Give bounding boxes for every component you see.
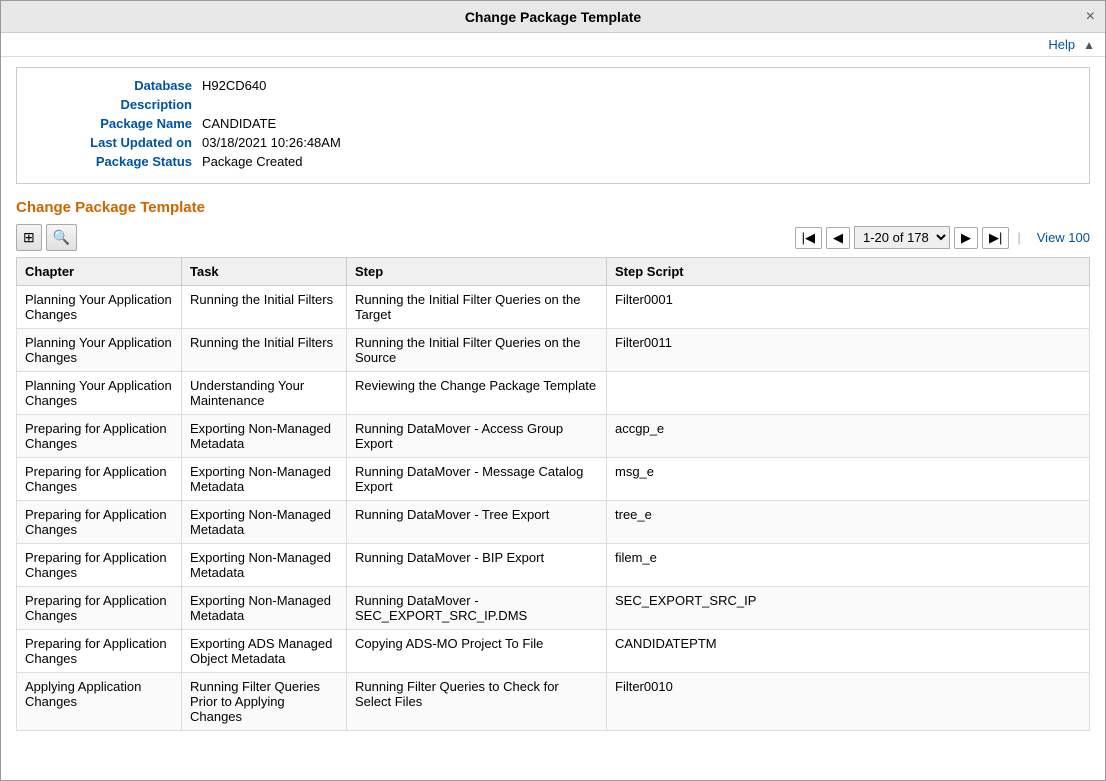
cell-chapter: Planning Your Application Changes — [17, 372, 182, 415]
info-row: Last Updated on 03/18/2021 10:26:48AM — [32, 135, 1074, 150]
table-row[interactable]: Planning Your Application ChangesRunning… — [17, 329, 1090, 372]
divider: | — [1017, 230, 1020, 245]
col-header-step: Step — [347, 258, 607, 286]
data-table: Chapter Task Step Step Script Planning Y… — [16, 257, 1090, 731]
cell-step: Running DataMover - Access Group Export — [347, 415, 607, 458]
info-label: Package Name — [32, 116, 192, 131]
prev-page-button[interactable]: ◀ — [826, 227, 850, 249]
cell-task: Exporting Non-Managed Metadata — [182, 501, 347, 544]
cell-script: Filter0001 — [607, 286, 1090, 329]
first-page-button[interactable]: |◀ — [795, 227, 822, 249]
cell-chapter: Preparing for Application Changes — [17, 501, 182, 544]
grid-icon: ⊞ — [23, 229, 35, 245]
help-bar: Help ▲ — [1, 33, 1105, 57]
cell-task: Understanding Your Maintenance — [182, 372, 347, 415]
view-100-link[interactable]: View 100 — [1037, 230, 1090, 245]
cell-step: Reviewing the Change Package Template — [347, 372, 607, 415]
info-value: 03/18/2021 10:26:48AM — [202, 135, 341, 150]
cell-chapter: Preparing for Application Changes — [17, 630, 182, 673]
cell-script: Filter0011 — [607, 329, 1090, 372]
info-label: Last Updated on — [32, 135, 192, 150]
col-header-chapter: Chapter — [17, 258, 182, 286]
grid-view-button[interactable]: ⊞ — [16, 224, 42, 251]
table-row[interactable]: Planning Your Application ChangesRunning… — [17, 286, 1090, 329]
cell-task: Exporting Non-Managed Metadata — [182, 458, 347, 501]
title-bar: Change Package Template × — [1, 1, 1105, 33]
cell-step: Running DataMover - Tree Export — [347, 501, 607, 544]
info-value: H92CD640 — [202, 78, 266, 93]
pagination: |◀ ◀ 1-20 of 178 ▶ ▶| | View 100 — [795, 226, 1090, 249]
cell-chapter: Applying Application Changes — [17, 673, 182, 731]
close-button[interactable]: × — [1086, 9, 1095, 25]
cell-chapter: Preparing for Application Changes — [17, 544, 182, 587]
cell-chapter: Preparing for Application Changes — [17, 587, 182, 630]
cell-task: Running the Initial Filters — [182, 329, 347, 372]
cell-task: Exporting Non-Managed Metadata — [182, 587, 347, 630]
cell-script — [607, 372, 1090, 415]
info-label: Database — [32, 78, 192, 93]
cell-script: filem_e — [607, 544, 1090, 587]
info-box: Database H92CD640 Description Package Name C… — [16, 67, 1090, 184]
cell-step: Copying ADS-MO Project To File — [347, 630, 607, 673]
cell-chapter: Planning Your Application Changes — [17, 329, 182, 372]
info-row: Package Name CANDIDATE — [32, 116, 1074, 131]
table-row[interactable]: Preparing for Application ChangesExporti… — [17, 587, 1090, 630]
table-row[interactable]: Planning Your Application ChangesUnderst… — [17, 372, 1090, 415]
table-row[interactable]: Preparing for Application ChangesExporti… — [17, 501, 1090, 544]
help-link[interactable]: Help — [1048, 37, 1075, 52]
toolbar: ⊞ 🔍 |◀ ◀ 1-20 of 178 ▶ ▶| | View 100 — [16, 224, 1090, 251]
cell-script: accgp_e — [607, 415, 1090, 458]
cell-script: tree_e — [607, 501, 1090, 544]
cell-script: Filter0010 — [607, 673, 1090, 731]
cell-step: Running DataMover - BIP Export — [347, 544, 607, 587]
info-label: Package Status — [32, 154, 192, 169]
col-header-task: Task — [182, 258, 347, 286]
table-row[interactable]: Preparing for Application ChangesExporti… — [17, 544, 1090, 587]
next-page-button[interactable]: ▶ — [954, 227, 978, 249]
info-label: Description — [32, 97, 192, 112]
cell-task: Exporting Non-Managed Metadata — [182, 544, 347, 587]
cell-step: Running DataMover - SEC_EXPORT_SRC_IP.DM… — [347, 587, 607, 630]
info-value: CANDIDATE — [202, 116, 276, 131]
cell-chapter: Preparing for Application Changes — [17, 415, 182, 458]
cell-chapter: Preparing for Application Changes — [17, 458, 182, 501]
table-row[interactable]: Preparing for Application ChangesExporti… — [17, 630, 1090, 673]
content-area: Database H92CD640 Description Package Name C… — [1, 57, 1105, 780]
cell-step: Running Filter Queries to Check for Sele… — [347, 673, 607, 731]
cell-step: Running the Initial Filter Queries on th… — [347, 329, 607, 372]
info-row: Package Status Package Created — [32, 154, 1074, 169]
cell-script: SEC_EXPORT_SRC_IP — [607, 587, 1090, 630]
table-header-row: Chapter Task Step Step Script — [17, 258, 1090, 286]
cell-task: Exporting ADS Managed Object Metadata — [182, 630, 347, 673]
search-button[interactable]: 🔍 — [46, 224, 77, 251]
cell-chapter: Planning Your Application Changes — [17, 286, 182, 329]
cell-step: Running DataMover - Message Catalog Expo… — [347, 458, 607, 501]
col-header-script: Step Script — [607, 258, 1090, 286]
scroll-top-button[interactable]: ▲ — [1083, 38, 1095, 52]
table-body: Planning Your Application ChangesRunning… — [17, 286, 1090, 731]
cell-task: Running the Initial Filters — [182, 286, 347, 329]
table-row[interactable]: Preparing for Application ChangesExporti… — [17, 415, 1090, 458]
section-title: Change Package Template — [16, 199, 1090, 216]
cell-task: Running Filter Queries Prior to Applying… — [182, 673, 347, 731]
table-row[interactable]: Preparing for Application ChangesExporti… — [17, 458, 1090, 501]
cell-script: msg_e — [607, 458, 1090, 501]
main-window: Change Package Template × Help ▲ Databas… — [0, 0, 1106, 781]
cell-script: CANDIDATEPTM — [607, 630, 1090, 673]
cell-step: Running the Initial Filter Queries on th… — [347, 286, 607, 329]
info-value: Package Created — [202, 154, 302, 169]
search-icon: 🔍 — [53, 229, 70, 245]
cell-task: Exporting Non-Managed Metadata — [182, 415, 347, 458]
info-row: Description — [32, 97, 1074, 112]
last-page-button[interactable]: ▶| — [982, 227, 1009, 249]
info-row: Database H92CD640 — [32, 78, 1074, 93]
page-select[interactable]: 1-20 of 178 — [854, 226, 950, 249]
table-row[interactable]: Applying Application ChangesRunning Filt… — [17, 673, 1090, 731]
window-title: Change Package Template — [465, 9, 641, 25]
